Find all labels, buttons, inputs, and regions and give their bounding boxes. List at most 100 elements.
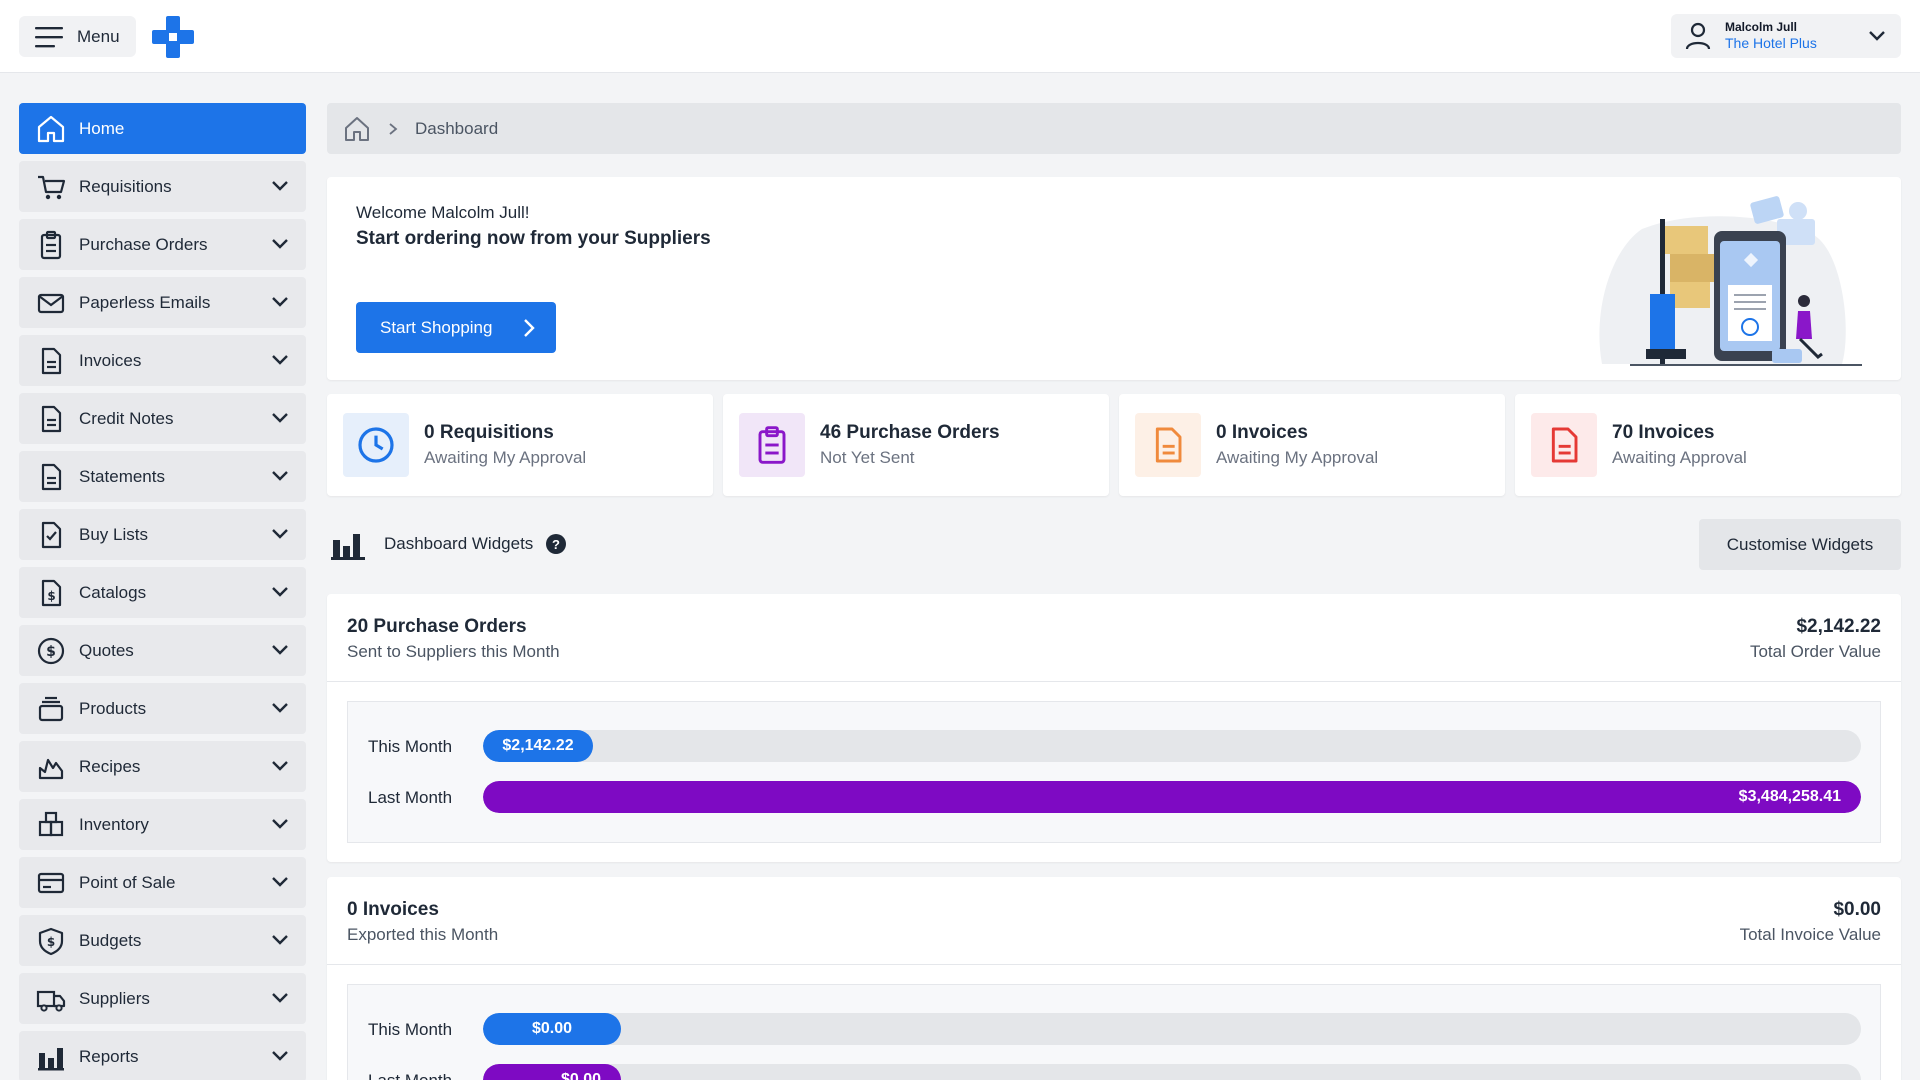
customise-widgets-button[interactable]: Customise Widgets bbox=[1699, 519, 1901, 570]
welcome-card: Welcome Malcolm Jull! Start ordering now… bbox=[327, 177, 1901, 380]
sidebar-icon bbox=[36, 462, 66, 492]
sidebar-item-suppliers[interactable]: Suppliers bbox=[19, 973, 306, 1024]
bar-row: This Month $0.00 bbox=[348, 1013, 1880, 1045]
sidebar-item-label: Purchase Orders bbox=[79, 234, 208, 254]
sidebar-item-point-of-sale[interactable]: Point of Sale bbox=[19, 857, 306, 908]
sidebar-item-catalogs[interactable]: $ Catalogs bbox=[19, 567, 306, 618]
sidebar-item-label: Recipes bbox=[79, 756, 141, 776]
sidebar-icon bbox=[36, 172, 66, 202]
bar-row: This Month $2,142.22 bbox=[348, 730, 1880, 762]
brand-logo[interactable] bbox=[152, 16, 194, 58]
sidebar-item-credit-notes[interactable]: Credit Notes bbox=[19, 393, 306, 444]
bar-value: $3,484,258.41 bbox=[1738, 788, 1841, 805]
chevron-down-icon bbox=[1869, 31, 1885, 41]
bar-label: Last Month bbox=[368, 788, 453, 807]
sidebar-item-label: Requisitions bbox=[79, 176, 172, 196]
stat-card[interactable]: 46 Purchase Orders Not Yet Sent bbox=[723, 394, 1109, 496]
sidebar-item-requisitions[interactable]: Requisitions bbox=[19, 161, 306, 212]
sidebar-item-home[interactable]: Home bbox=[19, 103, 306, 154]
bar-value: $0.00 bbox=[531, 1020, 573, 1037]
sidebar-icon bbox=[36, 752, 66, 782]
chevron-down-icon[interactable] bbox=[271, 699, 289, 717]
welcome-headline: Start ordering now from your Suppliers bbox=[356, 228, 711, 249]
sidebar-icon bbox=[36, 984, 66, 1014]
menu-button[interactable]: Menu bbox=[19, 16, 136, 57]
sidebar-icon bbox=[36, 288, 66, 318]
stat-card[interactable]: 0 Requisitions Awaiting My Approval bbox=[327, 394, 713, 496]
dashboard-widget: 0 Invoices Exported this Month $0.00 Total … bbox=[327, 877, 1901, 1080]
document-icon bbox=[1551, 427, 1578, 463]
bar-value: $2,142.22 bbox=[502, 737, 574, 754]
sidebar-item-label: Home bbox=[79, 118, 125, 138]
breadcrumb: Dashboard bbox=[327, 103, 1901, 154]
chevron-down-icon[interactable] bbox=[271, 757, 289, 775]
sidebar-item-recipes[interactable]: Recipes bbox=[19, 741, 306, 792]
chevron-down-icon[interactable] bbox=[271, 409, 289, 427]
sidebar-icon bbox=[36, 114, 66, 144]
user-menu[interactable]: Malcolm Jull The Hotel Plus bbox=[1671, 14, 1901, 58]
chevron-down-icon[interactable] bbox=[271, 467, 289, 485]
chevron-down-icon[interactable] bbox=[271, 931, 289, 949]
envelope-icon bbox=[37, 293, 65, 313]
chevron-down-icon[interactable] bbox=[271, 351, 289, 369]
sidebar-icon bbox=[36, 810, 66, 840]
home-icon[interactable] bbox=[343, 115, 371, 143]
chevron-down-icon[interactable] bbox=[271, 583, 289, 601]
widget-total-value: $0.00 bbox=[1833, 899, 1881, 920]
stat-card[interactable]: 70 Invoices Awaiting Approval bbox=[1515, 394, 1901, 496]
flame-icon bbox=[38, 758, 64, 779]
sidebar-item-invoices[interactable]: Invoices bbox=[19, 335, 306, 386]
sidebar-item-inventory[interactable]: Inventory bbox=[19, 799, 306, 850]
sidebar-item-reports[interactable]: Reports bbox=[19, 1031, 306, 1080]
chevron-down-icon[interactable] bbox=[271, 815, 289, 833]
widget-total-label: Total Order Value bbox=[1749, 642, 1881, 661]
chevron-down-icon[interactable] bbox=[271, 1047, 289, 1065]
sidebar-item-purchase-orders[interactable]: Purchase Orders bbox=[19, 219, 306, 270]
divider bbox=[327, 681, 1901, 682]
bar-value: $0.00 bbox=[560, 1071, 601, 1080]
dashboard-widget: 20 Purchase Orders Sent to Suppliers this… bbox=[327, 594, 1901, 862]
bar-fill: $0.00 bbox=[483, 1064, 621, 1080]
stat-subtitle: Awaiting My Approval bbox=[1216, 448, 1379, 467]
chevron-down-icon[interactable] bbox=[271, 641, 289, 659]
bar-fill: $2,142.22 bbox=[483, 730, 593, 762]
widget-subtitle: Sent to Suppliers this Month bbox=[347, 642, 560, 661]
bar-track: $0.00 bbox=[483, 1013, 1861, 1045]
stat-icon-tile bbox=[1135, 413, 1201, 477]
sidebar-icon bbox=[36, 404, 66, 434]
stat-subtitle: Awaiting My Approval bbox=[424, 448, 587, 467]
stat-subtitle: Awaiting Approval bbox=[1612, 448, 1747, 467]
sidebar-icon bbox=[36, 346, 66, 376]
stat-icon-tile bbox=[1531, 413, 1597, 477]
chevron-down-icon[interactable] bbox=[271, 235, 289, 253]
hamburger-icon bbox=[35, 26, 63, 47]
start-shopping-label: Start Shopping bbox=[380, 317, 493, 337]
bar-chart: This Month $2,142.22 Last Month $3,484,258.… bbox=[347, 701, 1881, 843]
chevron-down-icon[interactable] bbox=[271, 177, 289, 195]
sidebar-item-label: Buy Lists bbox=[79, 524, 148, 544]
sidebar-item-budgets[interactable]: $ Budgets bbox=[19, 915, 306, 966]
sidebar-item-buy-lists[interactable]: Buy Lists bbox=[19, 509, 306, 560]
shopping-illustration bbox=[1599, 196, 1862, 366]
widget-subtitle: Exported this Month bbox=[347, 925, 499, 944]
sidebar-item-label: Catalogs bbox=[79, 582, 147, 602]
help-icon[interactable]: ? bbox=[546, 534, 566, 554]
stat-card[interactable]: 0 Invoices Awaiting My Approval bbox=[1119, 394, 1505, 496]
dollar-shield-icon: $ bbox=[38, 927, 64, 955]
clock-icon bbox=[358, 427, 394, 463]
sidebar-item-paperless-emails[interactable]: Paperless Emails bbox=[19, 277, 306, 328]
chevron-down-icon[interactable] bbox=[271, 525, 289, 543]
sidebar-item-quotes[interactable]: $ Quotes bbox=[19, 625, 306, 676]
chevron-down-icon[interactable] bbox=[271, 989, 289, 1007]
start-shopping-button[interactable]: Start Shopping bbox=[356, 302, 556, 353]
sidebar-item-products[interactable]: Products bbox=[19, 683, 306, 734]
sidebar-item-statements[interactable]: Statements bbox=[19, 451, 306, 502]
svg-text:$: $ bbox=[46, 644, 56, 660]
widget-title: 0 Invoices bbox=[347, 899, 439, 920]
bar-track: $0.00 bbox=[483, 1064, 1861, 1080]
chevron-down-icon[interactable] bbox=[271, 873, 289, 891]
widget-total-label: Total Invoice Value bbox=[1739, 925, 1881, 944]
chevron-down-icon[interactable] bbox=[271, 293, 289, 311]
document-icon bbox=[41, 405, 62, 432]
user-name: Malcolm Jull bbox=[1725, 19, 1798, 34]
